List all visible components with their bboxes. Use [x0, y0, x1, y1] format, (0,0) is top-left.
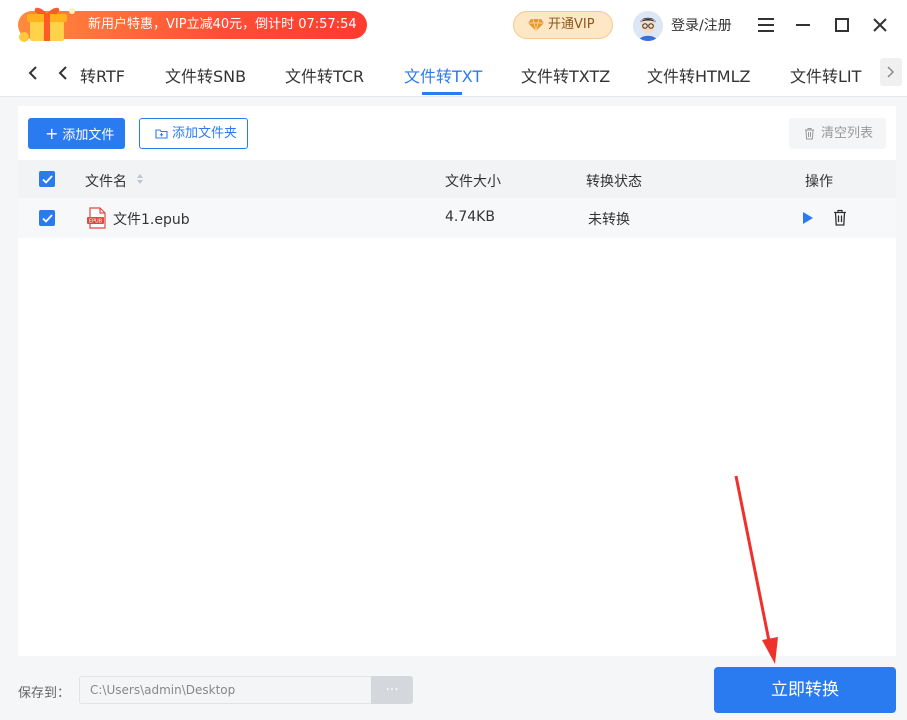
- user-avatar-icon: [633, 11, 663, 41]
- gift-icon: [19, 7, 75, 42]
- format-tab-bar: 转RTF 文件转SNB 文件转TCR 文件转TXT 文件转TXTZ 文件转HTM…: [0, 50, 907, 97]
- file-list-panel: + 添加文件 添加文件夹 清空列表 文件名 文件大小 转换状态 操作 EPUB …: [18, 106, 896, 656]
- promo-banner[interactable]: 新用户特惠，VIP立减40元，倒计时 07:57:54: [18, 7, 367, 42]
- minimize-icon: [796, 24, 810, 26]
- close-icon: [873, 18, 887, 32]
- maximize-icon: [835, 18, 849, 32]
- chevron-right-icon: [887, 66, 895, 78]
- close-button[interactable]: [868, 13, 892, 37]
- scroll-tabs-right-button[interactable]: [880, 58, 902, 86]
- add-file-button[interactable]: + 添加文件: [28, 118, 125, 149]
- menu-button[interactable]: [754, 13, 778, 37]
- save-to-label: 保存到：: [18, 686, 71, 701]
- title-bar: 新用户特惠，VIP立减40元，倒计时 07:57:54 开通VIP 登录/注册: [0, 0, 907, 50]
- play-icon[interactable]: [802, 211, 814, 225]
- active-tab-indicator: [422, 92, 462, 95]
- column-header-filename[interactable]: 文件名: [85, 171, 127, 191]
- delete-icon[interactable]: [833, 209, 847, 226]
- tab-to-snb[interactable]: 文件转SNB: [165, 63, 246, 87]
- add-folder-button[interactable]: 添加文件夹: [139, 118, 248, 149]
- column-header-filesize: 文件大小: [445, 174, 501, 190]
- login-register-link[interactable]: 登录/注册: [671, 15, 732, 35]
- select-all-checkbox[interactable]: [39, 171, 55, 187]
- plus-icon: +: [45, 124, 59, 143]
- epub-file-icon: EPUB: [87, 207, 106, 229]
- scroll-tabs-first-button[interactable]: [20, 60, 46, 86]
- convert-now-button[interactable]: 立即转换: [714, 667, 896, 713]
- maximize-button[interactable]: [830, 13, 854, 37]
- tab-to-tcr[interactable]: 文件转TCR: [285, 63, 364, 87]
- browse-folder-button[interactable]: ···: [371, 676, 413, 704]
- file-name: 文件1.epub: [113, 212, 190, 228]
- clear-list-button[interactable]: 清空列表: [789, 118, 886, 149]
- chevron-left-icon: [28, 66, 37, 80]
- add-file-label: 添加文件: [62, 128, 115, 143]
- add-folder-label: 添加文件夹: [172, 126, 238, 141]
- minimize-button[interactable]: [791, 13, 815, 37]
- tab-to-rtf[interactable]: 转RTF: [80, 63, 125, 87]
- folder-icon: [155, 129, 168, 139]
- vip-label: 开通VIP: [548, 17, 595, 32]
- tab-to-htmlz[interactable]: 文件转HTMLZ: [647, 63, 751, 87]
- chevron-left-icon: [58, 66, 67, 80]
- clear-list-label: 清空列表: [821, 126, 874, 141]
- tab-to-txt[interactable]: 文件转TXT: [404, 63, 482, 87]
- promo-text: 新用户特惠，VIP立减40元，倒计时 07:57:54: [88, 17, 357, 32]
- sort-icon[interactable]: [136, 173, 144, 185]
- trash-icon: [805, 128, 814, 140]
- avatar[interactable]: [633, 11, 663, 41]
- check-icon: [41, 213, 53, 223]
- tab-to-lit[interactable]: 文件转LIT: [790, 63, 861, 87]
- row-checkbox[interactable]: [39, 210, 55, 226]
- scroll-tabs-left-button[interactable]: [50, 60, 76, 86]
- open-vip-button[interactable]: 开通VIP: [513, 11, 613, 39]
- diamond-icon: [528, 18, 544, 32]
- menu-icon: [758, 18, 774, 32]
- file-size: 4.74KB: [445, 209, 495, 225]
- table-row[interactable]: EPUB 文件1.epub 4.74KB 未转换: [18, 198, 896, 238]
- table-header: 文件名 文件大小 转换状态 操作: [18, 160, 896, 198]
- check-icon: [41, 174, 53, 184]
- column-header-actions: 操作: [805, 174, 833, 190]
- tab-to-txtz[interactable]: 文件转TXTZ: [521, 63, 610, 87]
- conversion-status: 未转换: [588, 212, 630, 228]
- file-badge: EPUB: [89, 219, 103, 225]
- output-path-field[interactable]: C:\Users\admin\Desktop: [79, 676, 371, 704]
- column-header-status: 转换状态: [586, 174, 642, 190]
